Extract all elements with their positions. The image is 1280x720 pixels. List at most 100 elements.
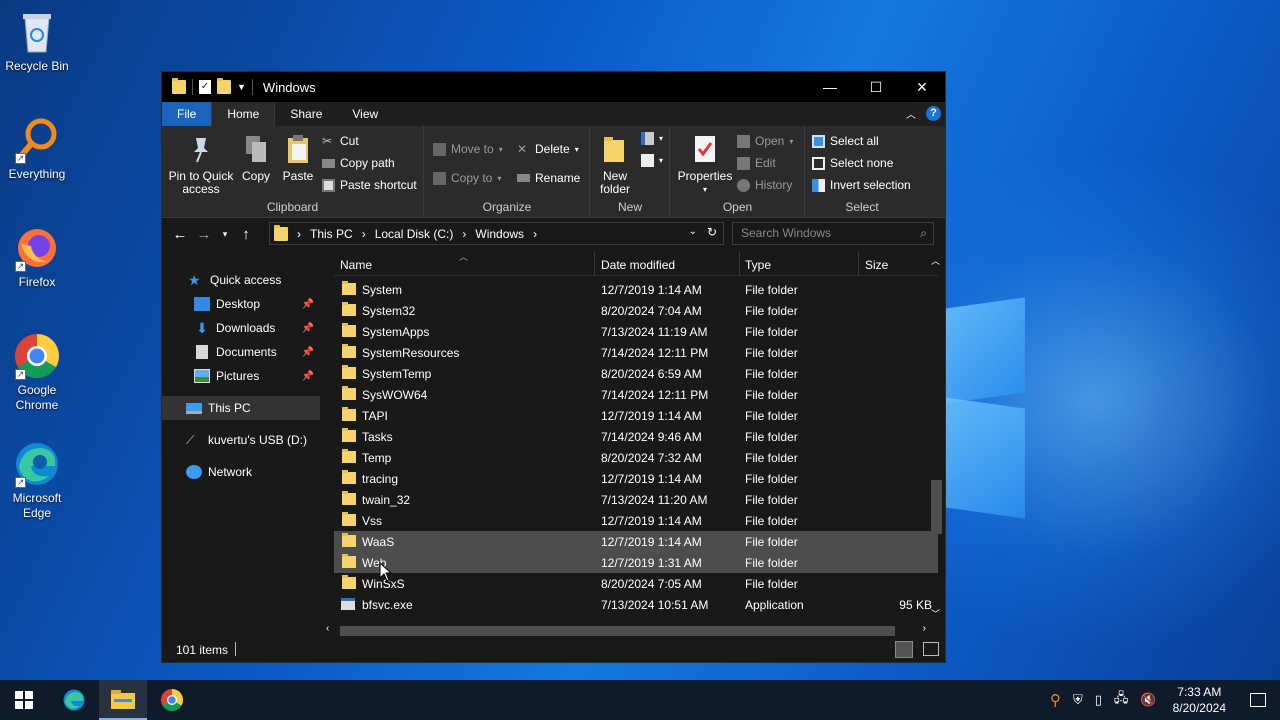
new-item-button[interactable]: ▾ bbox=[641, 132, 663, 145]
clock[interactable]: 7:33 AM 8/20/2024 bbox=[1173, 684, 1226, 716]
copy-path-button[interactable]: Copy path bbox=[322, 156, 395, 170]
refresh-icon[interactable]: ↻ bbox=[707, 225, 717, 239]
column-divider[interactable] bbox=[594, 252, 595, 276]
close-button[interactable]: ✕ bbox=[899, 72, 945, 102]
column-header-size[interactable]: Size bbox=[865, 258, 888, 272]
tab-file[interactable]: File bbox=[162, 102, 212, 126]
file-row[interactable]: Web 12/7/2019 1:31 AM File folder bbox=[334, 552, 938, 573]
up-arrow-icon[interactable]: ↑ bbox=[234, 226, 258, 243]
file-row[interactable]: Vss 12/7/2019 1:14 AM File folder bbox=[334, 510, 938, 531]
large-icons-view-icon[interactable] bbox=[923, 642, 939, 656]
pin-icon[interactable]: 📌 bbox=[302, 371, 314, 382]
nav-item-network[interactable]: Network bbox=[162, 460, 320, 484]
file-row[interactable]: System32 8/20/2024 7:04 AM File folder bbox=[334, 300, 938, 321]
start-button[interactable] bbox=[0, 680, 48, 720]
nav-item-this-pc[interactable]: This PC bbox=[162, 396, 320, 420]
volume-muted-icon[interactable]: 🔇 bbox=[1140, 692, 1156, 708]
customize-qa-chevron-icon[interactable]: ▼ bbox=[237, 82, 246, 92]
tab-view[interactable]: View bbox=[337, 102, 393, 126]
address-dropdown-chevron-icon[interactable]: ⌄ bbox=[689, 226, 697, 237]
taskbar-edge[interactable] bbox=[50, 680, 98, 720]
paste-shortcut-button[interactable]: Paste shortcut bbox=[322, 178, 417, 192]
history-button[interactable]: History bbox=[737, 178, 792, 192]
title-bar[interactable]: ✓ ▼ Windows — ☐ ✕ bbox=[162, 72, 945, 102]
file-row[interactable]: bfsvc.exe 7/13/2024 10:51 AM Application 95… bbox=[334, 594, 938, 615]
taskbar-file-explorer[interactable] bbox=[99, 680, 147, 720]
pin-icon[interactable]: 📌 bbox=[302, 347, 314, 358]
rename-button[interactable]: Rename bbox=[517, 171, 580, 185]
edit-button[interactable]: Edit bbox=[737, 156, 776, 170]
delete-button[interactable]: ✕ Delete ▾ bbox=[517, 142, 579, 156]
file-row[interactable]: SysWOW64 7/14/2024 12:11 PM File folder bbox=[334, 384, 938, 405]
notifications-icon[interactable] bbox=[1250, 693, 1266, 707]
maximize-button[interactable]: ☐ bbox=[853, 72, 899, 102]
file-row[interactable]: SystemResources 7/14/2024 12:11 PM File fo… bbox=[334, 342, 938, 363]
forward-arrow-icon[interactable]: → bbox=[192, 226, 216, 243]
scroll-up-chevron-icon[interactable]: ︿ bbox=[931, 254, 940, 267]
minimize-button[interactable]: — bbox=[807, 72, 853, 102]
everything-tray-icon[interactable]: ⚲ bbox=[1050, 691, 1061, 709]
file-row[interactable]: TAPI 12/7/2019 1:14 AM File folder bbox=[334, 405, 938, 426]
details-view-icon[interactable] bbox=[895, 641, 913, 658]
paste-button[interactable]: Paste bbox=[280, 134, 316, 183]
new-folder-qa-icon[interactable] bbox=[217, 78, 231, 94]
nav-item-pictures[interactable]: Pictures 📌 bbox=[162, 364, 320, 388]
help-icon[interactable]: ? bbox=[926, 106, 941, 121]
desktop-icon-edge[interactable]: ↗ Microsoft Edge bbox=[0, 440, 74, 521]
copy-button[interactable]: Copy bbox=[238, 134, 274, 183]
properties-button[interactable]: Properties ▾ bbox=[675, 134, 735, 196]
scroll-thumb[interactable] bbox=[340, 626, 895, 636]
column-divider[interactable] bbox=[739, 252, 740, 276]
open-button[interactable]: Open ▾ bbox=[737, 134, 793, 148]
easy-access-button[interactable]: ▾ bbox=[641, 154, 663, 167]
breadcrumb-this-pc[interactable]: This PC bbox=[310, 227, 353, 241]
tab-share[interactable]: Share bbox=[275, 102, 337, 126]
column-divider[interactable] bbox=[858, 252, 859, 276]
horizontal-scrollbar[interactable]: ‹ › bbox=[324, 622, 928, 639]
desktop-icon-everything[interactable]: ↗ Everything bbox=[0, 116, 74, 182]
file-row[interactable]: Tasks 7/14/2024 9:46 AM File folder bbox=[334, 426, 938, 447]
desktop-icon-firefox[interactable]: ↗ Firefox bbox=[0, 224, 74, 290]
file-row[interactable]: Temp 8/20/2024 7:32 AM File folder bbox=[334, 447, 938, 468]
recent-locations-chevron-icon[interactable]: ▾ bbox=[216, 229, 234, 240]
move-to-button[interactable]: Move to ▾ bbox=[433, 142, 503, 156]
network-tray-icon[interactable]: 🖧 bbox=[1114, 689, 1129, 711]
scroll-left-chevron-icon[interactable]: ‹ bbox=[326, 623, 329, 634]
file-row[interactable]: SystemTemp 8/20/2024 6:59 AM File folder bbox=[334, 363, 938, 384]
column-header-name[interactable]: Name bbox=[340, 258, 372, 272]
file-row[interactable]: twain_32 7/13/2024 11:20 AM File folder bbox=[334, 489, 938, 510]
back-arrow-icon[interactable]: ← bbox=[168, 226, 192, 243]
security-shield-icon[interactable]: ⛨ bbox=[1073, 692, 1083, 708]
pin-to-quick-access-button[interactable]: Pin to Quick access bbox=[168, 134, 234, 196]
select-none-button[interactable]: Select none bbox=[812, 156, 893, 170]
desktop-icon-chrome[interactable]: ↗ Google Chrome bbox=[0, 332, 74, 413]
file-row[interactable]: SystemApps 7/13/2024 11:19 AM File folder bbox=[334, 321, 938, 342]
pin-icon[interactable]: 📌 bbox=[302, 323, 314, 334]
nav-item-desktop[interactable]: Desktop 📌 bbox=[162, 292, 320, 316]
scroll-down-chevron-icon[interactable]: ﹀ bbox=[931, 607, 940, 620]
cut-button[interactable]: ✂ Cut bbox=[322, 134, 359, 148]
file-row[interactable]: WinSxS 8/20/2024 7:05 AM File folder bbox=[334, 573, 938, 594]
tab-home[interactable]: Home bbox=[211, 102, 276, 126]
pin-icon[interactable]: 📌 bbox=[302, 299, 314, 310]
address-bar[interactable]: › This PC › Local Disk (C:) › Windows › … bbox=[269, 222, 724, 245]
column-header-date[interactable]: Date modified bbox=[601, 258, 675, 272]
file-row[interactable]: System 12/7/2019 1:14 AM File folder bbox=[334, 279, 938, 300]
select-all-button[interactable]: Select all bbox=[812, 134, 879, 148]
file-row[interactable]: WaaS 12/7/2019 1:14 AM File folder bbox=[334, 531, 938, 552]
scroll-right-chevron-icon[interactable]: › bbox=[923, 623, 926, 634]
column-header-type[interactable]: Type bbox=[745, 258, 771, 272]
nav-item-usb-drive[interactable]: ⟋ kuvertu's USB (D:) bbox=[162, 428, 320, 452]
scroll-thumb[interactable] bbox=[931, 480, 942, 534]
new-folder-button[interactable]: New folder bbox=[595, 134, 635, 196]
nav-item-downloads[interactable]: ⬇ Downloads 📌 bbox=[162, 316, 320, 340]
file-row[interactable]: tracing 12/7/2019 1:14 AM File folder bbox=[334, 468, 938, 489]
desktop-icon-recycle-bin[interactable]: Recycle Bin bbox=[0, 8, 74, 74]
nav-item-documents[interactable]: Documents 📌 bbox=[162, 340, 320, 364]
invert-selection-button[interactable]: Invert selection bbox=[812, 178, 911, 192]
nav-item-quick-access[interactable]: ★ Quick access bbox=[162, 268, 320, 292]
breadcrumb-local-disk[interactable]: Local Disk (C:) bbox=[375, 227, 454, 241]
collapse-ribbon-chevron-icon[interactable]: ︿ bbox=[906, 106, 916, 121]
taskbar-chrome[interactable] bbox=[148, 680, 196, 720]
properties-check-icon[interactable]: ✓ bbox=[199, 80, 211, 94]
